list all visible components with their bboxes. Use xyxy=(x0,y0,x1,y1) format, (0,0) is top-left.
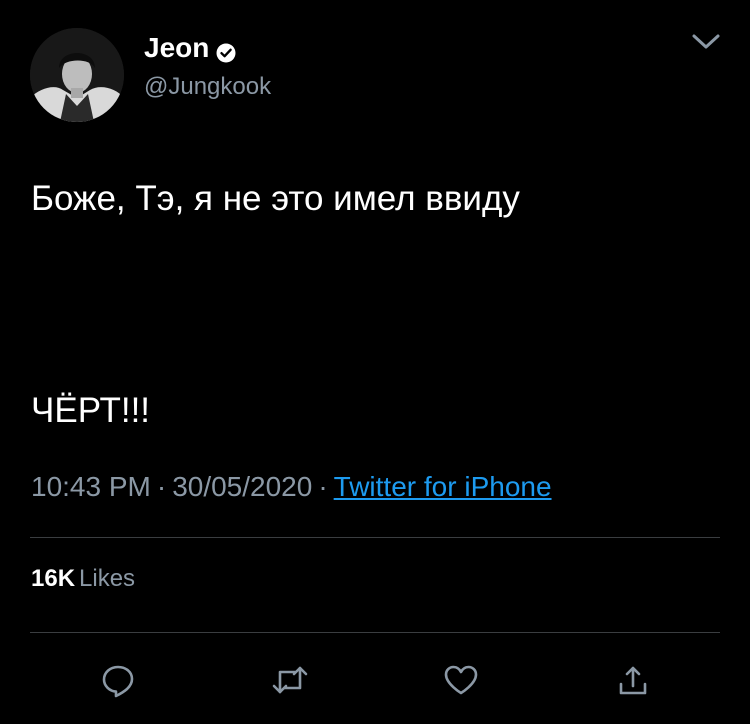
retweet-button[interactable] xyxy=(270,660,310,700)
reply-button[interactable] xyxy=(98,660,138,700)
heart-icon xyxy=(444,665,478,695)
like-button[interactable] xyxy=(441,660,481,700)
share-button[interactable] xyxy=(613,660,653,700)
avatar-photo xyxy=(30,28,124,122)
share-icon xyxy=(619,666,647,695)
avatar[interactable] xyxy=(30,28,124,122)
tweet-text-line-1: Боже, Тэ, я не это имел ввиду xyxy=(31,179,520,218)
tweet-time: 10:43 PM xyxy=(31,471,151,502)
chevron-down-icon[interactable] xyxy=(690,30,722,52)
likes-label: Likes xyxy=(79,565,136,592)
retweet-icon xyxy=(272,666,308,694)
tweet-source-link[interactable]: Twitter for iPhone xyxy=(334,471,552,502)
tweet-date: 30/05/2020 xyxy=(172,471,313,502)
user-handle[interactable]: @Jungkook xyxy=(144,72,271,102)
likes-stat[interactable]: 16K Likes xyxy=(31,564,135,594)
reply-icon xyxy=(102,665,134,698)
meta-separator: · xyxy=(156,471,167,502)
divider xyxy=(30,632,720,633)
tweet-meta: 10:43 PM · 30/05/2020 · Twitter for iPhone xyxy=(31,470,552,504)
display-name[interactable]: Jeon xyxy=(144,32,209,64)
tweet-text-line-2: ЧЁРТ!!! xyxy=(31,391,151,430)
divider xyxy=(30,537,720,538)
meta-separator-2: · xyxy=(318,471,328,502)
likes-count: 16K xyxy=(31,565,76,592)
display-name-row[interactable]: Jeon xyxy=(144,32,236,64)
verified-badge-icon xyxy=(216,38,236,63)
